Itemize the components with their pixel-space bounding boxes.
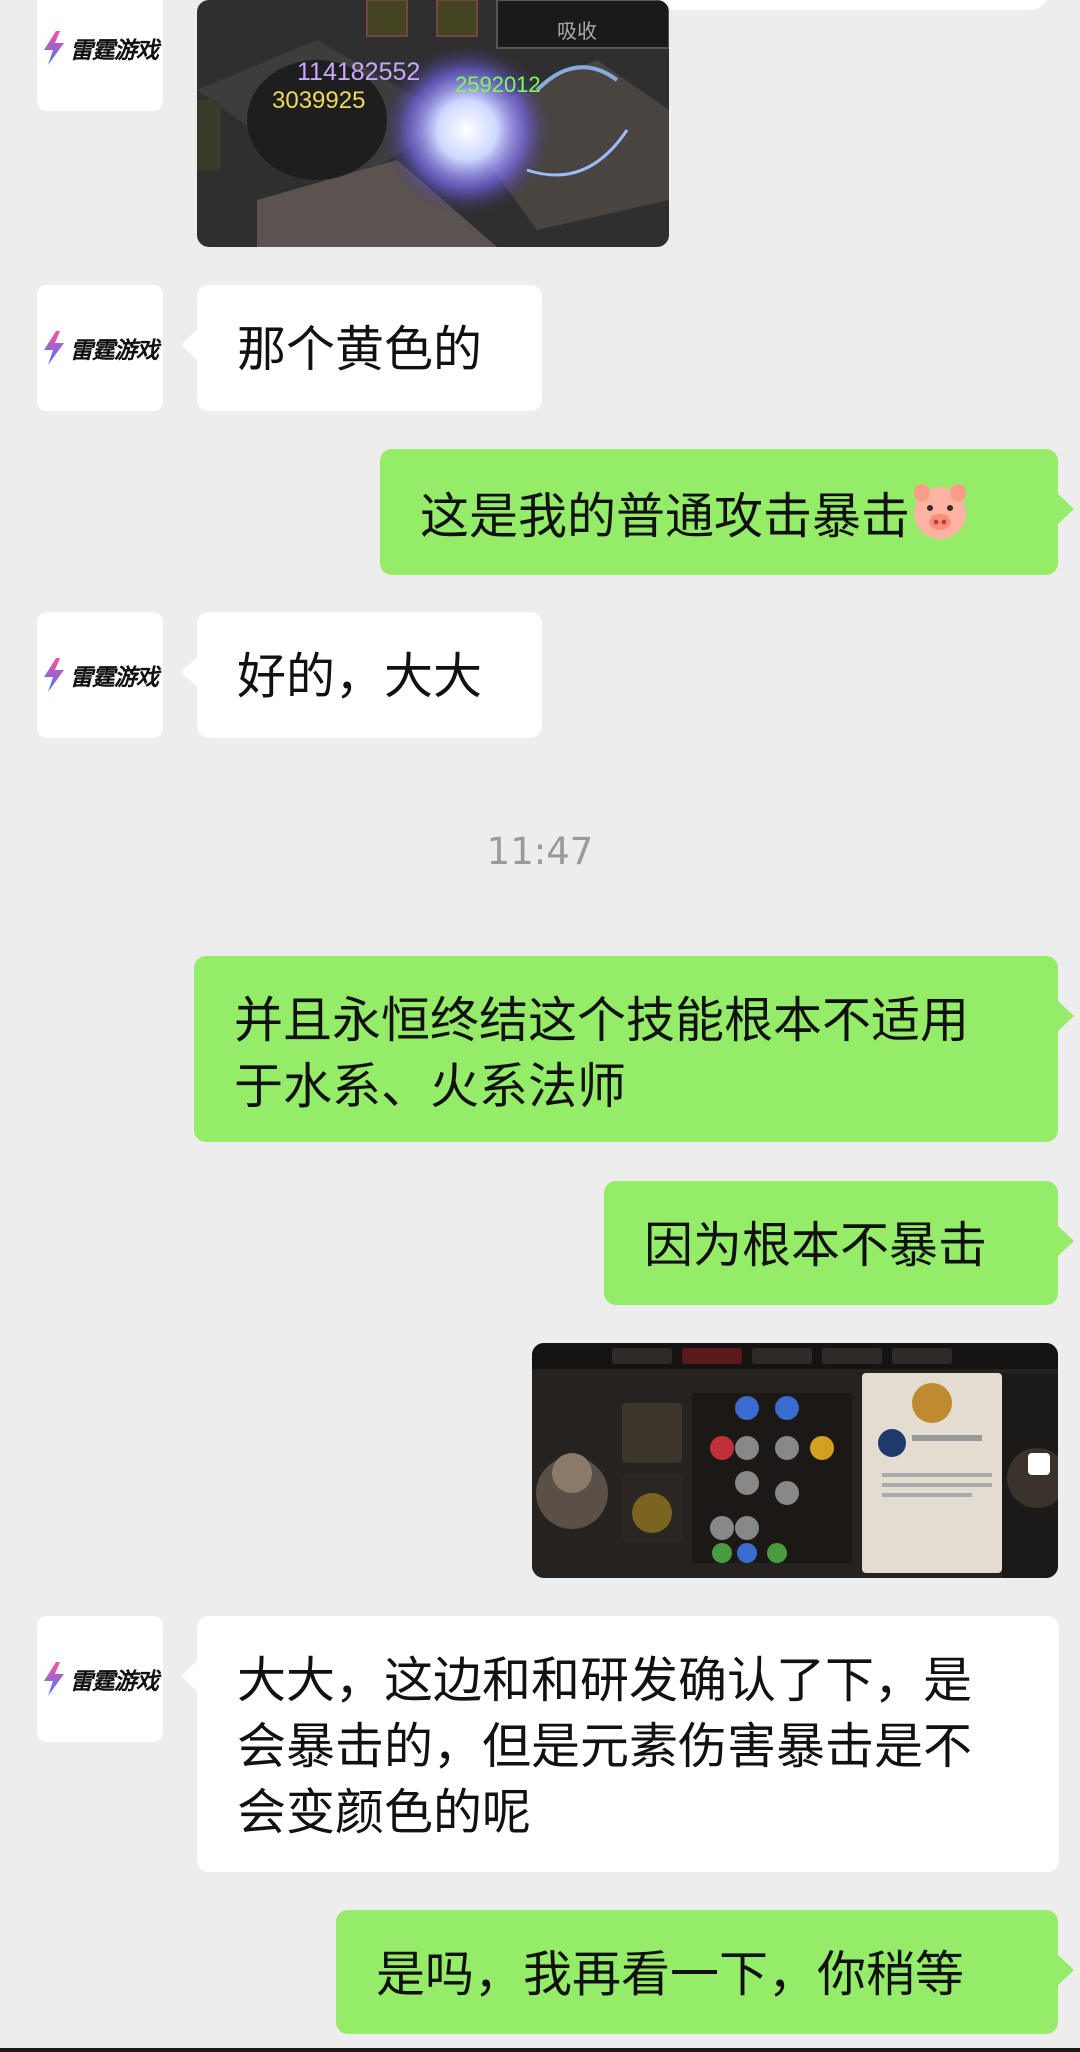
message-text-line: 会变颜色的呢 <box>237 1784 532 1841</box>
message-bubble-received[interactable]: 好的，大大 <box>181 612 542 738</box>
message-text: 那个黄色的 <box>237 321 483 378</box>
lightning-icon <box>44 658 64 692</box>
damage-number-3: 2592012 <box>455 72 541 97</box>
message-text: 因为根本不暴击 <box>644 1217 988 1274</box>
message-bubble-sent[interactable]: 这是我的普通攻击暴击 <box>380 449 1074 575</box>
message-bubble-sent[interactable]: 是吗，我再看一下，你稍等 <box>336 1910 1074 2034</box>
message-text-line: 于水系、火系法师 <box>234 1058 627 1115</box>
pig-face-emoji-icon <box>910 481 970 558</box>
chat-timestamp: 11:47 <box>486 830 594 873</box>
message-bubble-sent[interactable]: 因为根本不暴击 <box>604 1181 1074 1305</box>
thunder-games-logo: 雷霆游戏 <box>42 331 159 365</box>
message-text-line: 会暴击的，但是元素伤害暴击是不 <box>237 1718 973 1775</box>
screen-bottom-edge <box>0 2048 1080 2052</box>
message-bubble-received[interactable]: 大大，这边和和研发确认了下，是 会暴击的，但是元素伤害暴击是不 会变颜色的呢 <box>181 1616 1059 1872</box>
thunder-games-logo: 雷霆游戏 <box>42 31 159 65</box>
thunder-games-logo: 雷霆游戏 <box>42 658 159 692</box>
contact-avatar[interactable]: 雷霆游戏 <box>37 1616 163 1742</box>
thunder-games-logo: 雷霆游戏 <box>42 1662 159 1696</box>
game-screenshot-image-2[interactable] <box>532 1343 1058 1578</box>
message-text-line: 并且永恒终结这个技能根本不适用 <box>234 992 970 1049</box>
message-text: 是吗，我再看一下，你稍等 <box>376 1946 965 2003</box>
contact-avatar[interactable]: 雷霆游戏 <box>37 0 163 111</box>
contact-avatar[interactable]: 雷霆游戏 <box>37 285 163 411</box>
message-text-line: 大大，这边和和研发确认了下，是 <box>237 1652 973 1709</box>
message-text: 好的，大大 <box>237 648 483 705</box>
damage-number-2: 3039925 <box>272 87 365 114</box>
damage-number-1: 114182552 <box>297 58 420 86</box>
lightning-icon <box>44 31 64 65</box>
button-label: 吸收 <box>557 20 597 43</box>
message-text: 这是我的普通攻击暴击 <box>420 488 911 545</box>
contact-avatar[interactable]: 雷霆游戏 <box>37 612 163 738</box>
game-screenshot-image-1[interactable]: 吸收 114182552 3039925 2592012 <box>197 0 669 247</box>
lightning-icon <box>44 1662 64 1696</box>
share-icon[interactable] <box>1028 1453 1050 1475</box>
message-bubble-sent[interactable]: 并且永恒终结这个技能根本不适用 于水系、火系法师 <box>194 956 1074 1142</box>
message-bubble-received[interactable]: 那个黄色的 <box>181 285 542 411</box>
lightning-icon <box>44 331 64 365</box>
